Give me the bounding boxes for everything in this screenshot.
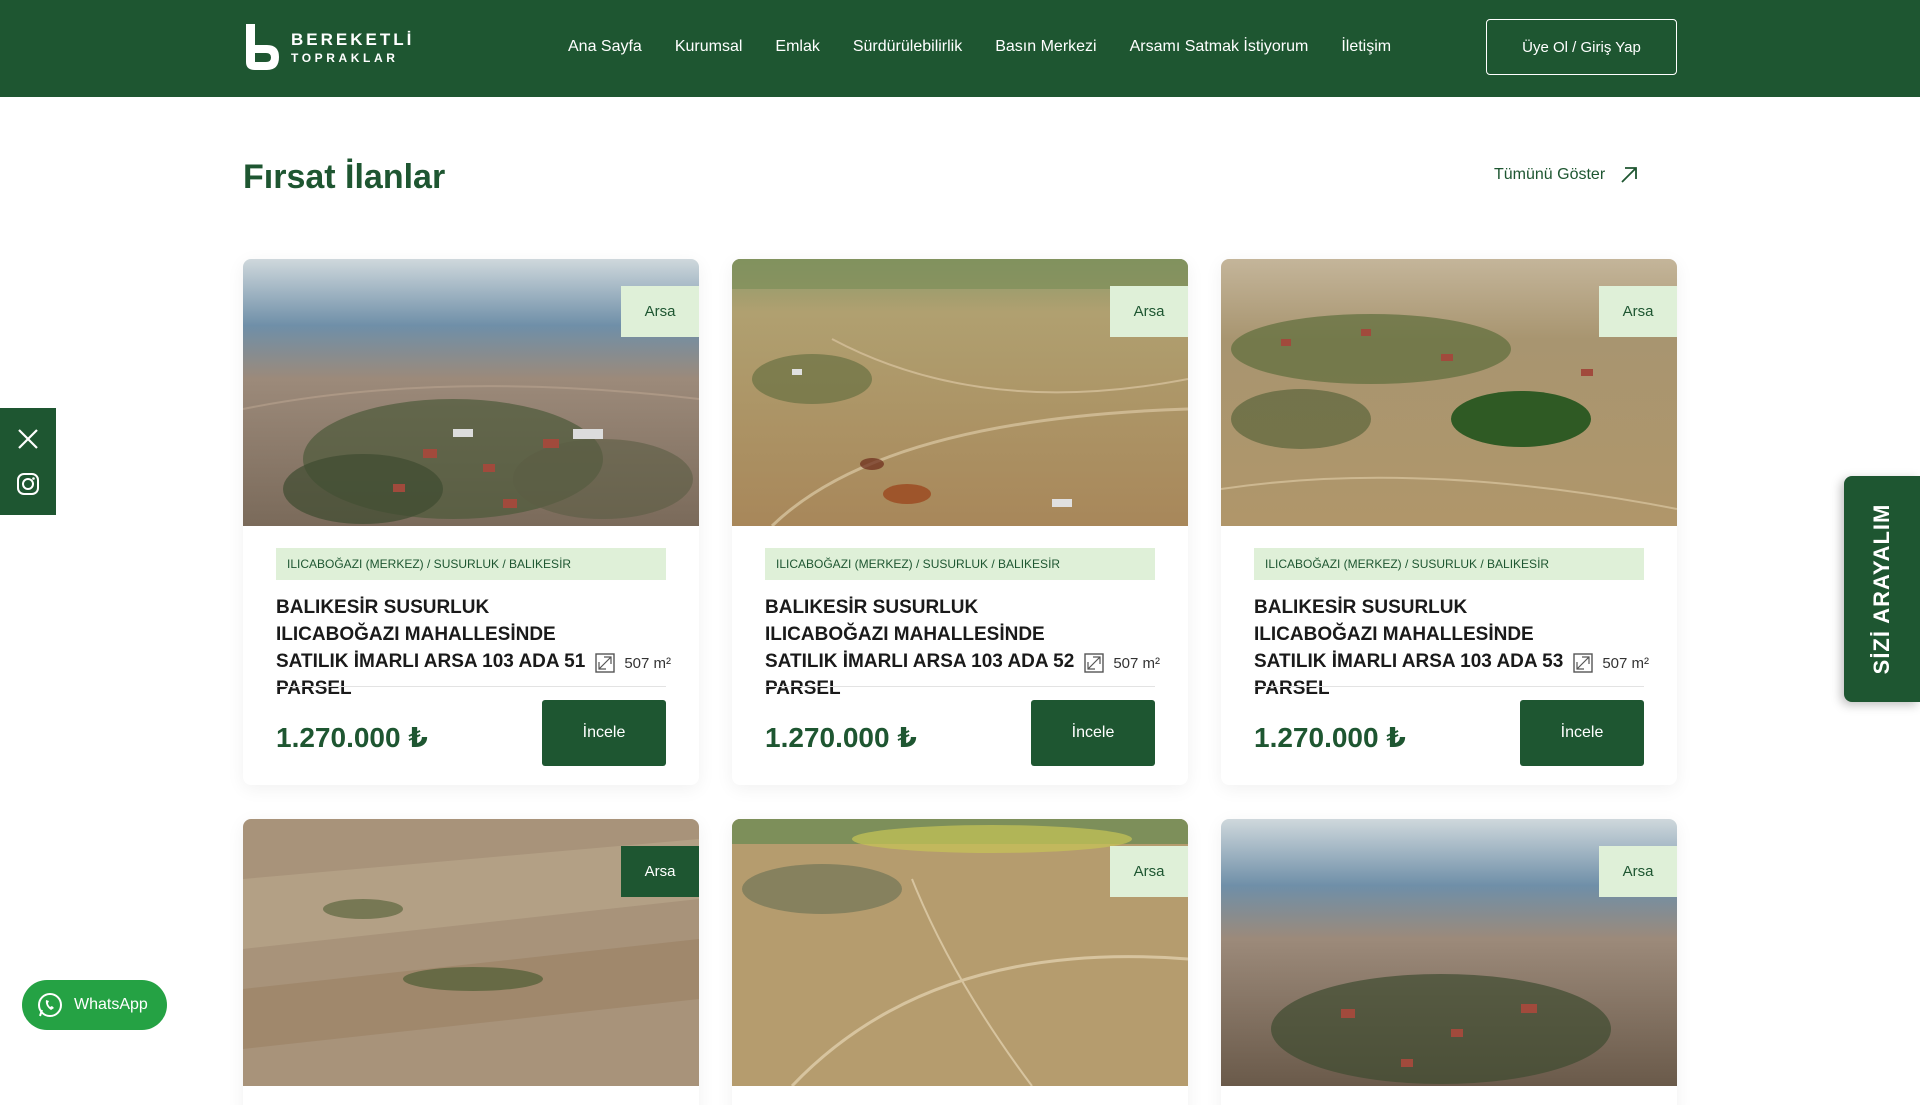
brand-name-line1: BEREKETLİ bbox=[291, 29, 415, 49]
show-all-label: Tümünü Göster bbox=[1494, 166, 1606, 183]
listing-card[interactable]: Arsa bbox=[1221, 819, 1677, 1105]
call-me-tab[interactable]: SİZİ ARAYALIM bbox=[1844, 476, 1920, 702]
listing-price: 1.270.000 ₺ bbox=[1254, 722, 1406, 753]
card-divider bbox=[1254, 686, 1644, 687]
listing-location: ILICABOĞAZI (MERKEZ) / SUSURLUK / BALIKE… bbox=[1254, 548, 1644, 580]
listing-area: 507 m² bbox=[1083, 652, 1160, 674]
listing-type-badge: Arsa bbox=[1599, 846, 1677, 897]
listing-area-value: 507 m² bbox=[1602, 654, 1649, 672]
call-me-label: SİZİ ARAYALIM bbox=[1869, 503, 1894, 675]
whatsapp-label: WhatsApp bbox=[74, 996, 148, 1013]
listing-area-value: 507 m² bbox=[1113, 654, 1160, 672]
brand-name-line2: TOPRAKLAR bbox=[291, 50, 399, 65]
listing-image[interactable]: Arsa bbox=[732, 819, 1188, 1086]
listing-image[interactable]: Arsa bbox=[243, 819, 699, 1086]
brand-logo[interactable]: BEREKETLİ TOPRAKLAR bbox=[243, 24, 414, 70]
listing-type-badge: Arsa bbox=[621, 286, 699, 337]
site-header: BEREKETLİ TOPRAKLAR Ana Sayfa Kurumsal E… bbox=[0, 0, 1920, 97]
whatsapp-icon bbox=[38, 993, 62, 1017]
listing-card[interactable]: Arsa bbox=[243, 819, 699, 1105]
listing-location: ILICABOĞAZI (MERKEZ) / SUSURLUK / BALIKE… bbox=[765, 548, 1155, 580]
area-icon bbox=[1084, 653, 1105, 673]
incele-button[interactable]: İncele bbox=[1031, 700, 1155, 766]
listing-type-badge: Arsa bbox=[1599, 286, 1677, 337]
show-all-link[interactable]: Tümünü Göster bbox=[1494, 166, 1638, 184]
card-divider bbox=[276, 686, 666, 687]
listing-image[interactable]: Arsa bbox=[1221, 259, 1677, 526]
whatsapp-button[interactable]: WhatsApp bbox=[22, 980, 167, 1030]
nav-item-arsami-satmak[interactable]: Arsamı Satmak İstiyorum bbox=[1130, 38, 1309, 56]
listing-type-badge: Arsa bbox=[621, 846, 699, 897]
listing-card[interactable]: Arsa ILICABOĞAZI (MERKEZ) / SUSURLUK / B… bbox=[1221, 259, 1677, 785]
listing-type-badge: Arsa bbox=[1110, 846, 1188, 897]
listing-type-badge: Arsa bbox=[1110, 286, 1188, 337]
area-icon bbox=[1573, 653, 1594, 673]
card-divider bbox=[765, 686, 1155, 687]
x-icon[interactable] bbox=[16, 427, 40, 451]
listing-price: 1.270.000 ₺ bbox=[765, 722, 917, 753]
listing-area: 507 m² bbox=[1572, 652, 1649, 674]
listing-card[interactable]: Arsa bbox=[732, 819, 1188, 1105]
nav-item-ana-sayfa[interactable]: Ana Sayfa bbox=[568, 38, 642, 56]
listing-image[interactable]: Arsa bbox=[1221, 819, 1677, 1086]
nav-item-surdurulebilirlik[interactable]: Sürdürülebilirlik bbox=[853, 38, 962, 56]
listing-card[interactable]: Arsa ILICABOĞAZI (MERKEZ) / SUSURLUK / B… bbox=[732, 259, 1188, 785]
nav-item-iletisim[interactable]: İletişim bbox=[1341, 38, 1391, 56]
arrow-up-right-icon bbox=[1621, 167, 1638, 183]
main-nav: Ana Sayfa Kurumsal Emlak Sürdürülebilirl… bbox=[568, 0, 1424, 94]
logo-mark-icon bbox=[243, 24, 281, 70]
area-icon bbox=[595, 653, 616, 673]
social-bar bbox=[0, 408, 56, 515]
login-button[interactable]: Üye Ol / Giriş Yap bbox=[1486, 19, 1677, 75]
listing-location: ILICABOĞAZI (MERKEZ) / SUSURLUK / BALIKE… bbox=[276, 548, 666, 580]
listing-price: 1.270.000 ₺ bbox=[276, 722, 428, 753]
listing-image[interactable]: Arsa bbox=[732, 259, 1188, 526]
incele-button[interactable]: İncele bbox=[542, 700, 666, 766]
listing-area-value: 507 m² bbox=[624, 654, 671, 672]
nav-item-basin-merkezi[interactable]: Basın Merkezi bbox=[995, 38, 1096, 56]
nav-item-emlak[interactable]: Emlak bbox=[775, 38, 819, 56]
instagram-icon[interactable] bbox=[16, 472, 40, 496]
section-title: Fırsat İlanlar bbox=[243, 158, 446, 196]
listing-image[interactable]: Arsa bbox=[243, 259, 699, 526]
nav-item-kurumsal[interactable]: Kurumsal bbox=[675, 38, 743, 56]
incele-button[interactable]: İncele bbox=[1520, 700, 1644, 766]
listing-card[interactable]: Arsa ILICABOĞAZI (MERKEZ) / SUSURLUK / B… bbox=[243, 259, 699, 785]
listing-area: 507 m² bbox=[594, 652, 671, 674]
